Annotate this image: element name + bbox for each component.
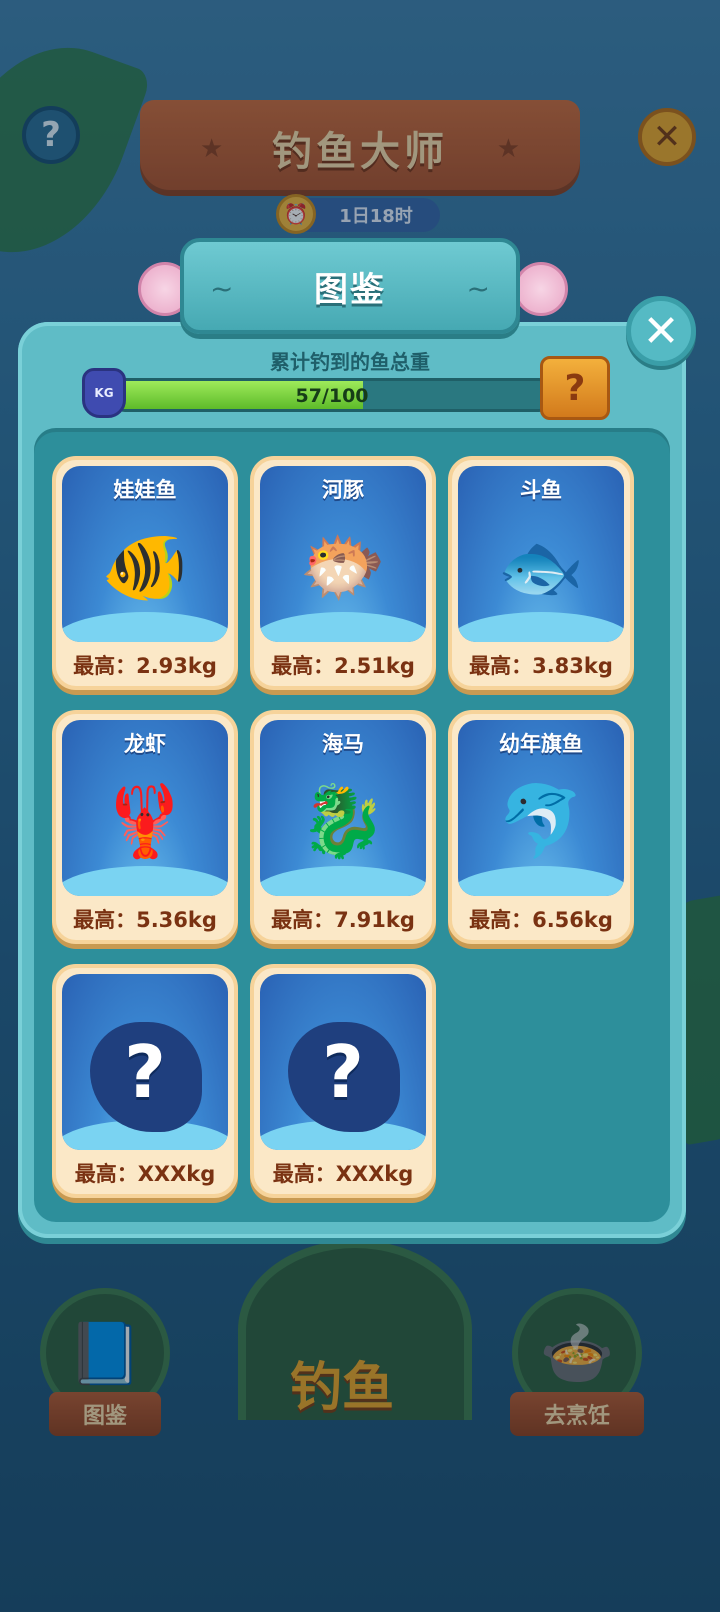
fish-name: 龙虾 [124,732,166,756]
question-mark-icon: ? [322,1030,364,1114]
marlin-icon: 🐬 [497,780,585,862]
mystery-reward-box[interactable]: ? [540,356,610,420]
fish-name: 幼年旗鱼 [499,732,583,756]
question-mark-icon: ? [124,1030,166,1114]
wave-icon: ~ [466,272,490,305]
fish-card[interactable]: 斗鱼 🐟 最高：3.83kg [448,456,634,690]
pufferfish-icon: 🐡 [299,526,387,608]
card-underwater-scene: 斗鱼 🐟 [458,466,624,642]
progress-text: 57/100 [295,385,369,407]
wave-icon: ~ [210,272,234,305]
clownfish-icon: 🐠 [101,526,189,608]
fish-card[interactable]: 海马 🐉 最高：7.91kg [250,710,436,944]
fish-max-weight: 最高：3.83kg [469,654,613,678]
card-underwater-scene: ? [260,974,426,1150]
card-underwater-scene: 龙虾 🦞 [62,720,228,896]
fish-max-weight: 最高：XXXkg [272,1162,414,1186]
shell-icon [514,262,568,316]
kettlebell-icon: KG [82,368,126,418]
card-underwater-scene: 河豚 🐡 [260,466,426,642]
fish-card[interactable]: 河豚 🐡 最高：2.51kg [250,456,436,690]
fish-name: 娃娃鱼 [113,478,177,502]
card-underwater-scene: 娃娃鱼 🐠 [62,466,228,642]
fish-max-weight: 最高：7.91kg [271,908,415,932]
fish-max-weight: 最高：2.93kg [73,654,217,678]
fish-card[interactable]: 龙虾 🦞 最高：5.36kg [52,710,238,944]
fish-card[interactable]: 娃娃鱼 🐠 最高：2.93kg [52,456,238,690]
fish-card[interactable]: ? 最高：XXXkg [250,964,436,1198]
betta-fish-icon: 🐟 [497,526,585,608]
fish-card[interactable]: ? 最高：XXXkg [52,964,238,1198]
fish-name: 海马 [322,732,364,756]
fish-name: 斗鱼 [520,478,562,502]
lobster-icon: 🦞 [101,780,189,862]
card-underwater-scene: 海马 🐉 [260,720,426,896]
fish-name: 河豚 [322,478,364,502]
fish-max-weight: 最高：2.51kg [271,654,415,678]
modal-header: ~ 图鉴 ~ [180,238,520,334]
fish-card[interactable]: 幼年旗鱼 🐬 最高：6.56kg [448,710,634,944]
card-underwater-scene: 幼年旗鱼 🐬 [458,720,624,896]
fish-max-weight: 最高：5.36kg [73,908,217,932]
modal-title: 图鉴 [314,269,386,310]
fish-max-weight: 最高：XXXkg [74,1162,216,1186]
fish-max-weight: 最高：6.56kg [469,908,613,932]
card-underwater-scene: ? [62,974,228,1150]
seahorse-icon: 🐉 [299,780,387,862]
